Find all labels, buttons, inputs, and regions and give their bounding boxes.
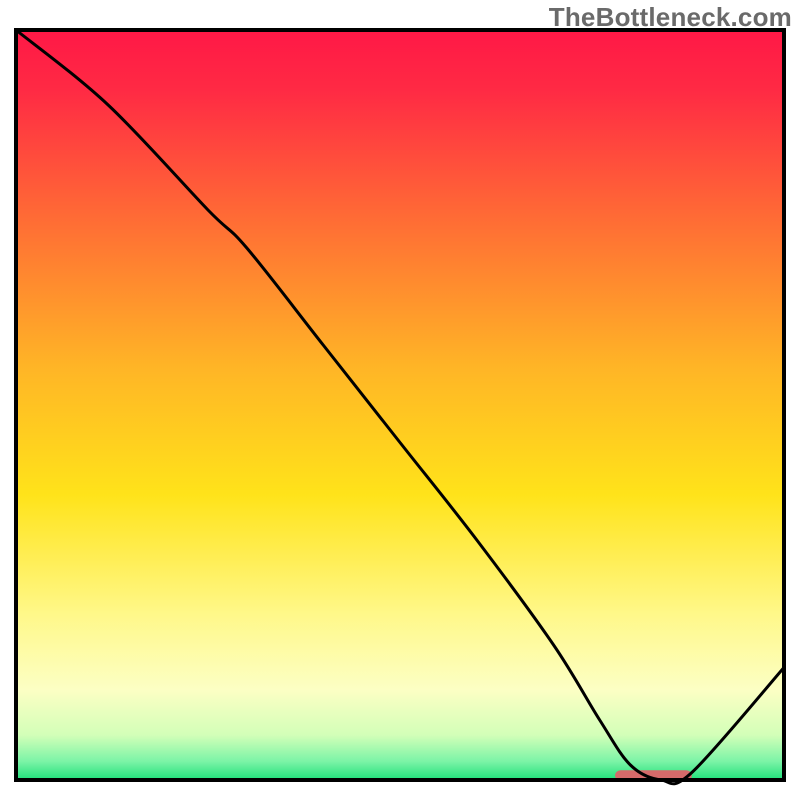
watermark-text: TheBottleneck.com bbox=[549, 2, 792, 33]
chart-svg bbox=[0, 0, 800, 800]
chart-container: TheBottleneck.com bbox=[0, 0, 800, 800]
plot-background bbox=[16, 30, 784, 780]
